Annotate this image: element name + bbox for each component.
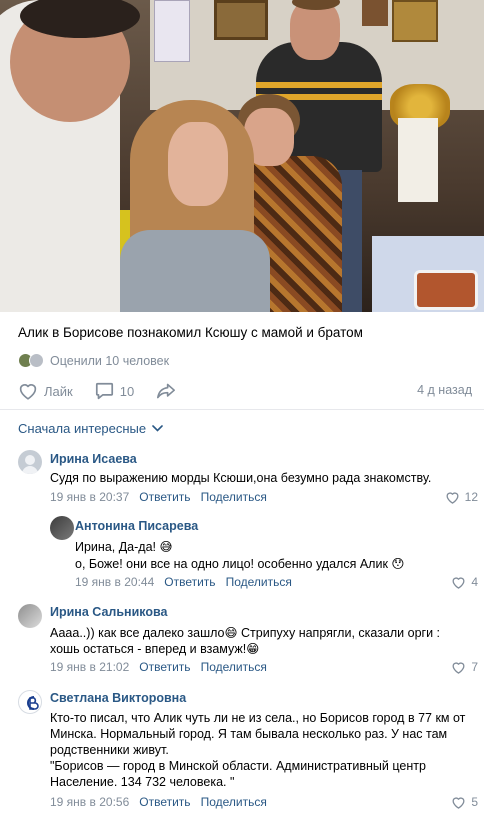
comment-meta: 19 янв в 20:37 Ответить Поделиться <box>50 490 277 504</box>
like-button[interactable]: Лайк <box>18 382 73 400</box>
comment: Ирина Сальникова Аааа..)) как все далеко… <box>0 602 484 678</box>
liker-avatar <box>29 353 44 368</box>
comment-date[interactable]: 19 янв в 21:02 <box>50 660 129 674</box>
logo-icon <box>27 696 39 710</box>
comment-like-button[interactable]: 7 <box>451 660 478 674</box>
comment-meta: 19 янв в 20:56 Ответить Поделиться <box>50 795 277 809</box>
share-link[interactable]: Поделиться <box>201 660 267 674</box>
comment-text: Аааа..)) как все далеко зашло😄 Стрипуху … <box>50 626 441 640</box>
comment-date[interactable]: 19 янв в 20:44 <box>75 575 154 589</box>
reply-button[interactable]: Ответить <box>164 575 215 589</box>
comment-like-button[interactable]: 5 <box>451 795 478 809</box>
heart-icon <box>452 796 465 809</box>
comments-button[interactable]: 10 <box>95 382 134 400</box>
comment-text: родственники живут. <box>50 743 169 757</box>
likers-summary[interactable]: Оценили 10 человек <box>18 353 169 368</box>
comment-date[interactable]: 19 янв в 20:56 <box>50 795 129 809</box>
comment-author[interactable]: Ирина Исаева <box>50 452 137 466</box>
like-count: 7 <box>471 660 478 674</box>
comment-text: хошь остаться - вперед и взамуж!😁 <box>50 642 260 656</box>
comment-author[interactable]: Антонина Писарева <box>75 519 198 533</box>
comment-text: Ирина, Да-да! 😅 <box>75 540 173 554</box>
photo-person <box>0 0 140 312</box>
reply-button[interactable]: Ответить <box>139 795 190 809</box>
like-count: 4 <box>471 575 478 589</box>
comment-author[interactable]: Светлана Викторовна <box>50 691 186 705</box>
comment-reply: Антонина Писарева Ирина, Да-да! 😅 о, Бож… <box>0 516 484 592</box>
heart-icon <box>452 576 465 589</box>
comment-text: "Борисов — город в Минской области. Адми… <box>50 759 426 773</box>
like-count: 12 <box>464 490 478 504</box>
comment-meta: 19 янв в 20:44 Ответить Поделиться <box>75 575 302 589</box>
avatar[interactable] <box>18 604 42 628</box>
comment-text: о, Боже! они все на одно лицо! особенно … <box>75 557 405 571</box>
comment-text: Кто-то писал, что Алик чуть ли не из сел… <box>50 711 466 725</box>
avatar[interactable] <box>18 690 42 714</box>
comment-text: Минска. Нормальный город. Я там бывала н… <box>50 727 448 741</box>
heart-icon <box>452 661 465 674</box>
sort-label: Сначала интересные <box>18 421 147 436</box>
post-text: Алик в Борисове познакомил Ксюшу с мамой… <box>18 325 363 340</box>
heart-icon <box>19 384 37 400</box>
comments-count: 10 <box>119 383 135 399</box>
user-placeholder-icon[interactable] <box>18 450 42 474</box>
post-time: 4 д назад <box>417 383 472 397</box>
comment-like-button[interactable]: 12 <box>445 490 478 504</box>
like-label: Лайк <box>44 383 73 399</box>
comment: Ирина Исаева Судя по выражению морды Ксю… <box>0 450 484 510</box>
comment-text: Население. 134 732 человека. " <box>50 775 235 789</box>
comment-icon <box>95 382 113 400</box>
post-actions: Лайк 10 4 д назад <box>18 380 478 402</box>
comment-author[interactable]: Ирина Сальникова <box>50 605 167 619</box>
share-icon <box>157 383 176 399</box>
comment: Светлана Викторовна Кто-то писал, что Ал… <box>0 688 484 812</box>
comment-text: Судя по выражению морды Ксюши,она безумн… <box>50 471 432 485</box>
reply-button[interactable]: Ответить <box>139 490 190 504</box>
heart-icon <box>446 491 459 504</box>
photo-person <box>120 100 270 312</box>
photo-calendar <box>154 0 190 62</box>
share-link[interactable]: Поделиться <box>226 575 292 589</box>
share-button[interactable] <box>156 382 182 400</box>
comment-date[interactable]: 19 янв в 20:37 <box>50 490 129 504</box>
photo-icon-frame <box>392 0 438 42</box>
likers-text: Оценили 10 человек <box>50 353 170 368</box>
reply-button[interactable]: Ответить <box>139 660 190 674</box>
photo-tree <box>398 118 438 202</box>
divider <box>0 409 484 410</box>
photo-plate <box>414 270 478 310</box>
sort-dropdown[interactable]: Сначала интересные <box>18 421 163 436</box>
avatar[interactable] <box>50 516 74 540</box>
comment-like-button[interactable]: 4 <box>451 575 478 589</box>
post-photo[interactable] <box>0 0 484 312</box>
like-count: 5 <box>471 795 478 809</box>
comment-meta: 19 янв в 21:02 Ответить Поделиться <box>50 660 277 674</box>
chevron-down-icon <box>152 425 163 432</box>
share-link[interactable]: Поделиться <box>201 490 267 504</box>
share-link[interactable]: Поделиться <box>201 795 267 809</box>
